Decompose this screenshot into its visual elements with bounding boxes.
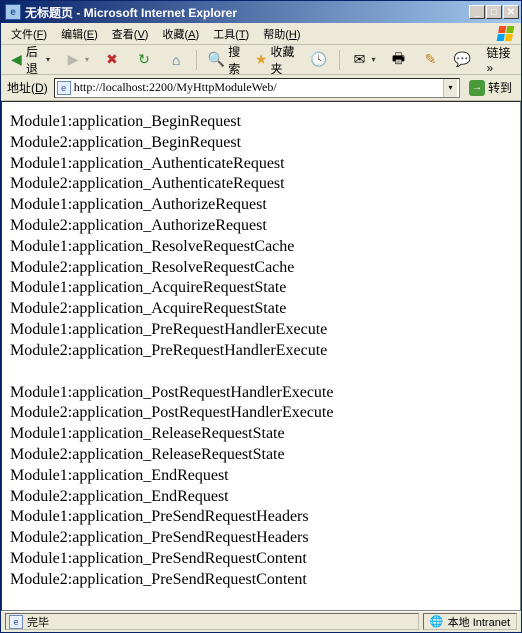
zone-label: 本地 Intranet bbox=[448, 614, 510, 630]
globe-icon: 🌐 bbox=[430, 615, 444, 629]
address-label: 地址(D) bbox=[5, 79, 50, 96]
stop-icon: ✖ bbox=[103, 51, 121, 69]
print-button[interactable]: 🖶 bbox=[385, 49, 413, 71]
minimize-button[interactable]: _ bbox=[469, 5, 485, 19]
status-text: 完毕 bbox=[27, 614, 49, 630]
menubar: 文件(F) 编辑(E) 查看(V) 收藏(A) 工具(T) 帮助(H) bbox=[1, 23, 521, 45]
content-line: Module1:application_AcquireRequestState bbox=[10, 278, 512, 299]
go-label: 转到 bbox=[488, 79, 512, 96]
history-button[interactable]: 🕓 bbox=[305, 49, 333, 71]
titlebar-left: e 无标题页 - Microsoft Internet Explorer bbox=[5, 4, 237, 21]
content-line: Module1:application_PreSendRequestConten… bbox=[10, 549, 512, 570]
go-icon: → bbox=[469, 80, 485, 96]
menu-view[interactable]: 查看(V) bbox=[106, 24, 155, 44]
discuss-button[interactable]: 💬 bbox=[449, 49, 477, 71]
menu-favorites[interactable]: 收藏(A) bbox=[156, 24, 205, 44]
content-line: Module2:application_AcquireRequestState bbox=[10, 299, 512, 320]
go-button[interactable]: → 转到 bbox=[464, 78, 517, 98]
chevron-down-icon: ▾ bbox=[372, 55, 376, 64]
addressbar: 地址(D) e ▾ → 转到 bbox=[1, 75, 521, 101]
separator bbox=[196, 50, 197, 70]
maximize-button[interactable]: □ bbox=[486, 5, 502, 19]
ie-icon: e bbox=[5, 4, 21, 20]
content-line: Module1:application_ReleaseRequestState bbox=[10, 424, 512, 445]
content-line: Module1:application_ResolveRequestCache bbox=[10, 237, 512, 258]
home-icon: ⌂ bbox=[167, 51, 185, 69]
page-icon: e bbox=[9, 615, 23, 629]
separator bbox=[339, 50, 340, 70]
refresh-icon: ↻ bbox=[135, 51, 153, 69]
chevron-down-icon: ▾ bbox=[46, 55, 50, 64]
address-dropdown[interactable]: ▾ bbox=[443, 79, 457, 97]
status-zone: 🌐 本地 Intranet bbox=[423, 613, 517, 630]
links-button[interactable]: 链接 » bbox=[481, 44, 517, 75]
back-label: 后退 bbox=[26, 43, 43, 77]
content-line: Module2:application_PreSendRequestHeader… bbox=[10, 528, 512, 549]
window-title: 无标题页 - Microsoft Internet Explorer bbox=[25, 4, 237, 21]
menu-edit[interactable]: 编辑(E) bbox=[55, 24, 104, 44]
status-left: e 完毕 bbox=[5, 613, 419, 630]
forward-icon: ▶ bbox=[64, 51, 82, 69]
page-content: Module1:application_BeginRequestModule2:… bbox=[1, 101, 521, 611]
content-line: Module1:application_PreSendRequestHeader… bbox=[10, 507, 512, 528]
discuss-icon: 💬 bbox=[454, 51, 472, 69]
content-line: Module1:application_BeginRequest bbox=[10, 112, 512, 133]
address-box: e ▾ bbox=[54, 78, 460, 98]
content-line: Module2:application_AuthorizeRequest bbox=[10, 216, 512, 237]
content-line: Module1:application_AuthenticateRequest bbox=[10, 154, 512, 175]
refresh-button[interactable]: ↻ bbox=[130, 49, 158, 71]
page-icon: e bbox=[57, 81, 71, 95]
content-line: Module2:application_PostRequestHandlerEx… bbox=[10, 403, 512, 424]
content-line: Module1:application_PostRequestHandlerEx… bbox=[10, 383, 512, 404]
content-block-2: Module1:application_PostRequestHandlerEx… bbox=[10, 383, 512, 591]
content-gap bbox=[10, 362, 512, 383]
content-line: Module2:application_AuthenticateRequest bbox=[10, 174, 512, 195]
favorites-label: 收藏夹 bbox=[270, 43, 295, 77]
chevron-down-icon: ▾ bbox=[85, 55, 89, 64]
content-line: Module2:application_PreRequestHandlerExe… bbox=[10, 341, 512, 362]
window-buttons: _ □ ✕ bbox=[469, 5, 519, 19]
content-line: Module1:application_PreRequestHandlerExe… bbox=[10, 320, 512, 341]
history-icon: 🕓 bbox=[310, 51, 328, 69]
mail-button[interactable]: ✉▾ bbox=[346, 49, 381, 71]
back-icon: ◀ bbox=[10, 51, 23, 69]
close-button[interactable]: ✕ bbox=[503, 5, 519, 19]
toolbar: ◀ 后退 ▾ ▶ ▾ ✖ ↻ ⌂ 🔍 搜索 ★ 收藏夹 🕓 ✉▾ 🖶 ✎ 💬 链… bbox=[1, 45, 521, 75]
content-line: Module2:application_ReleaseRequestState bbox=[10, 445, 512, 466]
titlebar: e 无标题页 - Microsoft Internet Explorer _ □… bbox=[1, 1, 521, 23]
statusbar: e 完毕 🌐 本地 Intranet bbox=[1, 611, 521, 631]
content-line: Module2:application_EndRequest bbox=[10, 487, 512, 508]
windows-logo-icon bbox=[491, 25, 519, 43]
content-line: Module1:application_AuthorizeRequest bbox=[10, 195, 512, 216]
favorites-button[interactable]: ★ 收藏夹 bbox=[250, 49, 301, 71]
content-line: Module2:application_PreSendRequestConten… bbox=[10, 570, 512, 591]
search-button[interactable]: 🔍 搜索 bbox=[203, 49, 246, 71]
menu-help[interactable]: 帮助(H) bbox=[257, 24, 306, 44]
menu-file[interactable]: 文件(F) bbox=[5, 24, 53, 44]
star-icon: ★ bbox=[255, 51, 268, 69]
search-icon: 🔍 bbox=[208, 51, 225, 69]
content-block-1: Module1:application_BeginRequestModule2:… bbox=[10, 112, 512, 362]
chevron-right-icon: » bbox=[487, 61, 494, 75]
print-icon: 🖶 bbox=[390, 51, 408, 69]
content-line: Module2:application_ResolveRequestCache bbox=[10, 258, 512, 279]
content-line: Module2:application_BeginRequest bbox=[10, 133, 512, 154]
edit-icon: ✎ bbox=[422, 51, 440, 69]
forward-button[interactable]: ▶ ▾ bbox=[59, 49, 94, 71]
home-button[interactable]: ⌂ bbox=[162, 49, 190, 71]
content-line: Module1:application_EndRequest bbox=[10, 466, 512, 487]
edit-button[interactable]: ✎ bbox=[417, 49, 445, 71]
menu-tools[interactable]: 工具(T) bbox=[207, 24, 255, 44]
address-input[interactable] bbox=[74, 80, 440, 95]
mail-icon: ✉ bbox=[351, 51, 369, 69]
back-button[interactable]: ◀ 后退 ▾ bbox=[5, 49, 55, 71]
stop-button[interactable]: ✖ bbox=[98, 49, 126, 71]
search-label: 搜索 bbox=[228, 43, 241, 77]
